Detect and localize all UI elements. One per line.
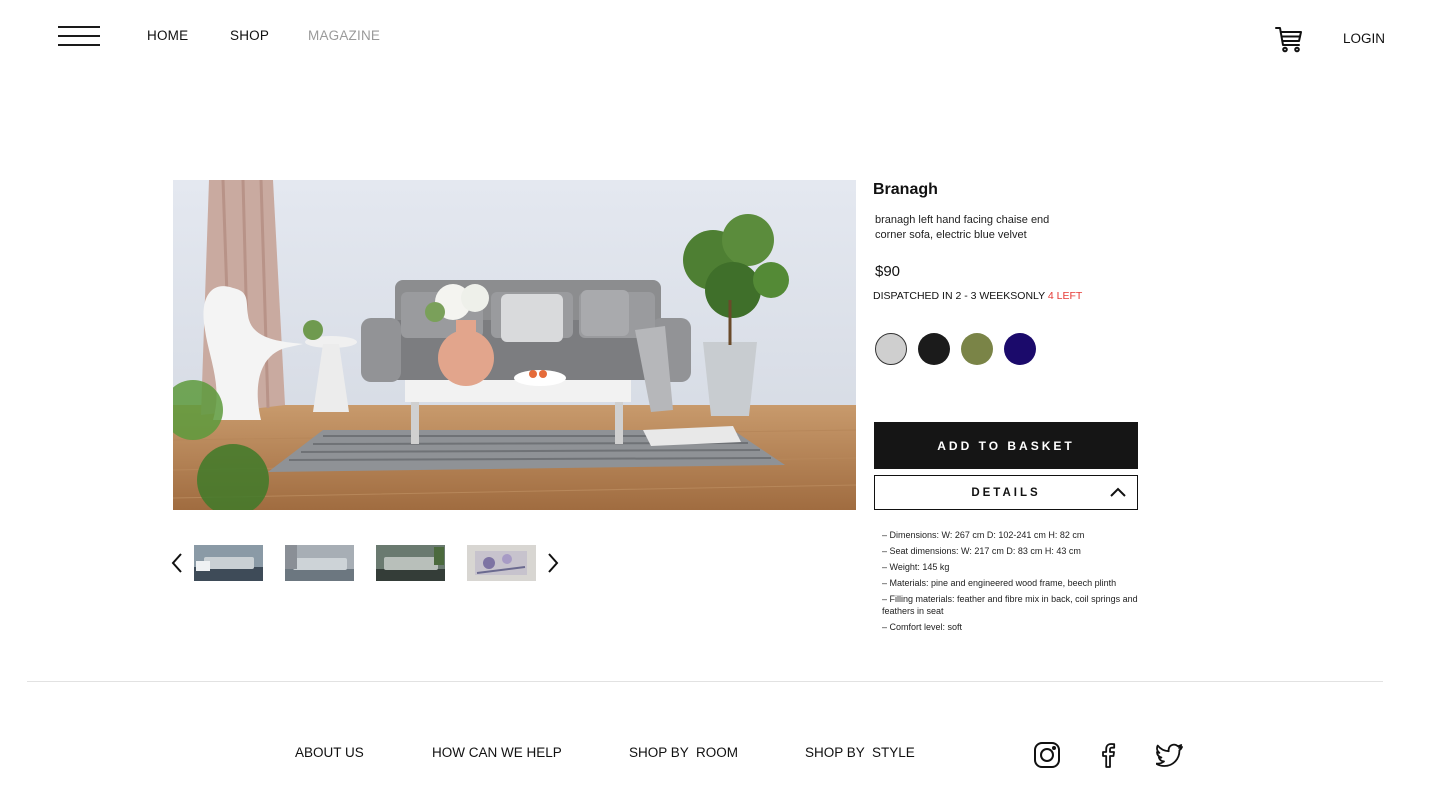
sofa-thumbnail[interactable] [285,545,354,581]
spec-item: – Filling materials: feather and fibre m… [882,594,1138,616]
spec-item: – Dimensions: W: 267 cm D: 102-241 cm H:… [882,530,1085,540]
nav-shop-link[interactable]: SHOP [230,28,269,43]
product-main-image [173,180,856,510]
footer-shop-by-room-link[interactable]: SHOP BY ROOM [629,745,738,760]
chevron-right-icon[interactable] [546,552,560,574]
chevron-up-icon [1110,487,1126,497]
cart-icon[interactable] [1274,24,1304,54]
footer-about-link[interactable]: ABOUT US [295,745,364,760]
dispatch-info: DISPATCHED IN 2 - 3 WEEKSONLY 4 LEFT [873,290,1082,302]
twitter-icon[interactable] [1155,741,1184,769]
nav-home-link[interactable]: HOME [147,28,188,43]
spec-item: – Comfort level: soft [882,622,963,632]
footer-divider [27,681,1383,682]
product-description: branagh left hand facing chaise end corn… [875,214,1050,241]
footer-shop-by-style-link[interactable]: SHOP BY STYLE [805,745,915,760]
details-label: DETAILS [971,486,1041,499]
spec-item: – Materials: pine and engineered wood fr… [882,578,1117,588]
hamburger-menu-icon[interactable] [58,26,100,48]
dispatch-text: DISPATCHED IN 2 - 3 WEEKSONLY [873,290,1045,302]
color-swatch-navy[interactable] [1004,333,1036,365]
chevron-left-icon[interactable] [170,552,184,574]
product-name: Branagh [873,181,938,198]
details-toggle-button[interactable]: DETAILS [874,475,1138,510]
sofa-thumbnail[interactable] [376,545,445,581]
product-specs: – Dimensions: W: 267 cm D: 102-241 cm H:… [882,529,1144,637]
color-swatch-black[interactable] [918,333,950,365]
spec-item: – Seat dimensions: W: 217 cm D: 83 cm H:… [882,546,1081,556]
color-swatch-olive[interactable] [961,333,993,365]
color-swatch-grey[interactable] [875,333,907,365]
instagram-icon[interactable] [1033,741,1061,769]
footer-help-link[interactable]: HOW CAN WE HELP [432,745,562,760]
stock-left-badge: 4 LEFT [1047,290,1083,302]
sofa-thumbnail[interactable] [194,545,263,581]
add-to-basket-button[interactable]: ADD TO BASKET [874,422,1138,469]
product-price: $90 [875,263,901,280]
spec-item: – Weight: 145 kg [882,562,950,572]
artwork-thumbnail[interactable] [467,545,536,581]
facebook-icon[interactable] [1094,741,1122,769]
nav-magazine-link[interactable]: MAGAZINE [308,28,380,43]
login-link[interactable]: LOGIN [1343,31,1385,46]
